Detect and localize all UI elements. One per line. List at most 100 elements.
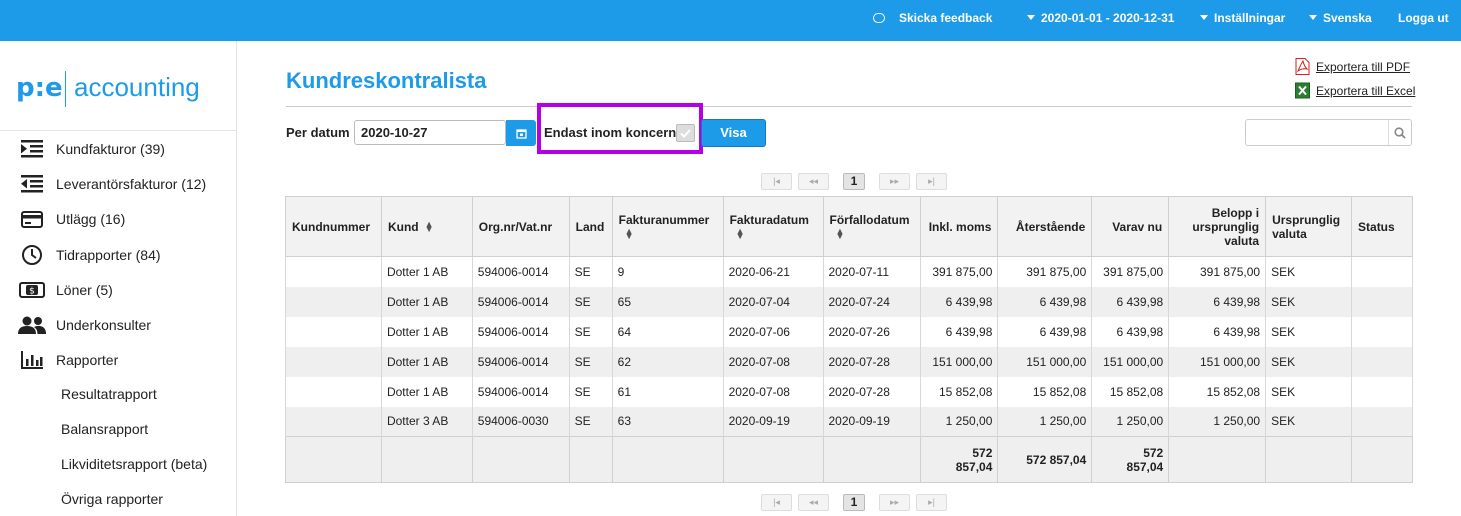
- table-cell: 1 250,00: [997, 406, 1093, 437]
- table-cell: 2020-07-11: [822, 256, 922, 287]
- table-cell: [611, 436, 724, 483]
- table-cell: 65: [611, 286, 724, 317]
- language-dropdown[interactable]: Svenska: [1309, 11, 1372, 25]
- next-page-button[interactable]: ▸▸: [879, 494, 910, 511]
- table-cell: Dotter 1 AB: [380, 346, 473, 377]
- indent-right-icon: [18, 138, 46, 160]
- table-cell: 6 439,98: [920, 286, 999, 317]
- sidebar-subitem-likviditetsrapport[interactable]: Likviditetsrapport (beta): [61, 456, 207, 472]
- table-cell: 151 000,00: [1168, 346, 1267, 377]
- sidebar-item-utlagg[interactable]: Utlägg (16): [18, 208, 125, 230]
- column-header-land[interactable]: Land: [568, 196, 613, 257]
- sidebar-subitem-ovriga-rapporter[interactable]: Övriga rapporter: [61, 491, 163, 507]
- table-cell: [822, 436, 922, 483]
- column-header-fakturadatum[interactable]: Fakturadatum ▲ ▼: [722, 196, 824, 257]
- table-cell: 15 852,08: [1091, 376, 1170, 407]
- first-page-button[interactable]: |◂: [761, 494, 792, 511]
- table-cell: SEK: [1265, 406, 1353, 437]
- table-cell: 2020-07-26: [822, 316, 922, 347]
- prev-page-button[interactable]: ◂◂: [798, 494, 829, 511]
- sidebar-subitem-balansrapport[interactable]: Balansrapport: [61, 421, 148, 437]
- search-icon: [1394, 126, 1406, 139]
- column-header-varav-nu[interactable]: Varav nu: [1091, 196, 1170, 257]
- table-cell: 64: [611, 316, 724, 347]
- last-page-button[interactable]: ▸|: [916, 173, 947, 190]
- table-cell: 6 439,98: [997, 286, 1093, 317]
- table-cell: 391 875,00: [920, 256, 999, 287]
- header-row: Kundnummer Kund ▲ ▼ Org.nr/Vat.nr Land Fak…: [285, 196, 1413, 257]
- receivables-table: Kundnummer Kund ▲ ▼ Org.nr/Vat.nr Land Fak…: [285, 196, 1413, 483]
- table-row[interactable]: Dotter 1 AB 594006-0014 SE 9 2020-06-21 2020-…: [285, 256, 1413, 287]
- table-cell: 594006-0014: [471, 256, 570, 287]
- sidebar-item-kundfakturor[interactable]: Kundfakturor (39): [18, 138, 165, 160]
- column-header-belopp-ursprunglig-valuta[interactable]: Belopp i ursprunglig valuta: [1168, 196, 1267, 257]
- table-cell: 2020-07-28: [822, 376, 922, 407]
- caret-down-icon: [1309, 15, 1317, 20]
- table-cell: 6 439,98: [1168, 316, 1267, 347]
- bar-chart-icon: [18, 349, 46, 371]
- feedback-link[interactable]: Skicka feedback: [873, 11, 992, 25]
- column-header-inkl-moms[interactable]: Inkl. moms: [920, 196, 999, 257]
- table-cell: [285, 436, 382, 483]
- column-header-ursprunglig-valuta[interactable]: Ursprunglig valuta: [1265, 196, 1353, 257]
- calendar-button[interactable]: [506, 120, 536, 146]
- table-cell: 15 852,08: [1168, 376, 1267, 407]
- sidebar-item-rapporter[interactable]: Rapporter: [18, 349, 118, 371]
- table-cell: [380, 436, 473, 483]
- total-inkl-moms: 572 857,04: [920, 436, 999, 483]
- page-number-button[interactable]: 1: [843, 173, 865, 190]
- table-cell: 15 852,08: [920, 376, 999, 407]
- table-cell: 2020-07-06: [722, 316, 824, 347]
- table-row[interactable]: Dotter 1 AB 594006-0014 SE 61 2020-07-08 2020…: [285, 376, 1413, 407]
- table-row[interactable]: Dotter 1 AB 594006-0014 SE 65 2020-07-04 2020…: [285, 286, 1413, 317]
- column-header-orgnr[interactable]: Org.nr/Vat.nr: [471, 196, 570, 257]
- table-cell: 151 000,00: [997, 346, 1093, 377]
- table-cell: [285, 286, 382, 317]
- page-number-button[interactable]: 1: [843, 494, 865, 511]
- export-pdf-link[interactable]: Exportera till PDF: [1295, 58, 1410, 75]
- column-header-kund[interactable]: Kund ▲ ▼: [380, 196, 473, 257]
- visa-button[interactable]: Visa: [701, 119, 766, 147]
- sidebar-item-leverantorsfakturor[interactable]: Leverantörsfakturor (12): [18, 173, 206, 195]
- sidebar-item-tidrapporter[interactable]: Tidrapporter (84): [18, 244, 161, 266]
- search-field[interactable]: [1245, 119, 1412, 146]
- sort-icon: ▲ ▼: [735, 226, 745, 242]
- table-row[interactable]: Dotter 1 AB 594006-0014 SE 64 2020-07-06 2020…: [285, 316, 1413, 347]
- first-page-button[interactable]: |◂: [761, 173, 792, 190]
- column-header-forfallodatum[interactable]: Förfallodatum ▲ ▼: [822, 196, 922, 257]
- column-header-status[interactable]: Status: [1351, 196, 1413, 257]
- table-cell: 594006-0014: [471, 376, 570, 407]
- table-cell: [1265, 436, 1353, 483]
- last-page-button[interactable]: ▸|: [916, 494, 947, 511]
- koncern-checkbox[interactable]: [676, 124, 695, 142]
- table-cell: 1 250,00: [1168, 406, 1267, 437]
- sidebar-item-loner[interactable]: $ Löner (5): [18, 279, 113, 301]
- sidebar-item-underkonsulter[interactable]: Underkonsulter: [18, 314, 151, 336]
- table-cell: 594006-0014: [471, 286, 570, 317]
- table-cell: 2020-07-08: [722, 376, 824, 407]
- column-header-aterstaende[interactable]: Återstående: [997, 196, 1093, 257]
- export-excel-link[interactable]: Exportera till Excel: [1295, 82, 1415, 99]
- table-cell: [1168, 436, 1267, 483]
- search-button[interactable]: [1388, 120, 1411, 145]
- column-header-fakturanummer[interactable]: Fakturanummer ▲ ▼: [611, 196, 724, 257]
- table-cell: 151 000,00: [920, 346, 999, 377]
- table-cell: Dotter 1 AB: [380, 376, 473, 407]
- pager-bottom: |◂ ◂◂ 1 ▸▸ ▸|: [761, 494, 947, 511]
- sidebar: p:e accounting Kundfakturor (39) Leveran…: [0, 41, 237, 516]
- table-cell: 2020-07-24: [822, 286, 922, 317]
- per-datum-label: Per datum: [286, 125, 350, 140]
- sidebar-subitem-resultatrapport[interactable]: Resultatrapport: [61, 386, 157, 402]
- prev-page-button[interactable]: ◂◂: [798, 173, 829, 190]
- table-row[interactable]: Dotter 1 AB 594006-0014 SE 62 2020-07-08 2020…: [285, 346, 1413, 377]
- table-cell: 1 250,00: [920, 406, 999, 437]
- settings-dropdown[interactable]: Inställningar: [1200, 11, 1285, 25]
- logout-link[interactable]: Logga ut: [1398, 11, 1449, 25]
- date-input[interactable]: 2020-10-27: [354, 120, 506, 145]
- column-header-kundnummer[interactable]: Kundnummer: [285, 196, 382, 257]
- table-row[interactable]: Dotter 3 AB 594006-0030 SE 63 2020-09-19 2020…: [285, 406, 1413, 437]
- next-page-button[interactable]: ▸▸: [879, 173, 910, 190]
- period-dropdown[interactable]: 2020-01-01 - 2020-12-31: [1027, 11, 1174, 25]
- table-cell: 9: [611, 256, 724, 287]
- table-cell: SE: [568, 256, 613, 287]
